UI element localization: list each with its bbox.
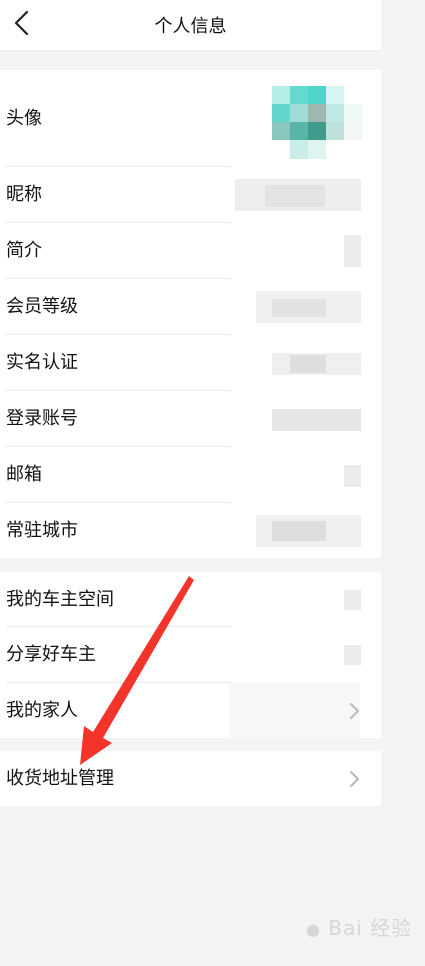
chevron-right-icon <box>350 703 359 719</box>
top-bar: 个人信息 <box>0 0 381 51</box>
address-group: 收货地址管理 <box>0 751 381 806</box>
row-label: 收货地址管理 <box>6 768 114 789</box>
row-email[interactable]: 邮箱 <box>0 447 381 503</box>
chevron-right-icon <box>350 771 359 787</box>
row-label: 我的车主空间 <box>6 589 114 610</box>
blurred-value <box>344 465 361 487</box>
blurred-value <box>265 185 325 207</box>
row-label: 邮箱 <box>6 464 42 485</box>
row-label: 昵称 <box>6 184 42 205</box>
row-member-level[interactable]: 会员等级 <box>0 279 381 335</box>
row-my-family[interactable]: 我的家人 <box>0 683 381 738</box>
page-title: 个人信息 <box>154 16 227 37</box>
car-owner-group: 我的车主空间 分享好车主 我的家人 <box>0 572 381 738</box>
baidu-paw-icon: ● <box>306 920 321 939</box>
row-label: 简介 <box>6 240 42 261</box>
row-label: 头像 <box>6 108 42 129</box>
row-label: 会员等级 <box>6 296 78 317</box>
blurred-value <box>230 683 360 738</box>
row-label: 实名认证 <box>6 352 78 373</box>
watermark-text: Bai 经验 <box>328 916 413 940</box>
blurred-value <box>290 355 326 373</box>
row-login-account[interactable]: 登录账号 <box>0 391 381 447</box>
row-label: 分享好车主 <box>6 644 96 665</box>
avatar[interactable] <box>272 86 362 159</box>
blurred-value <box>272 299 326 317</box>
blurred-value <box>344 645 361 665</box>
row-share-car-owner[interactable]: 分享好车主 <box>0 627 381 683</box>
row-shipping-address[interactable]: 收货地址管理 <box>0 751 381 806</box>
row-my-car-space[interactable]: 我的车主空间 <box>0 572 381 627</box>
row-real-name-verification[interactable]: 实名认证 <box>0 335 381 391</box>
row-label: 我的家人 <box>6 700 78 721</box>
blurred-value <box>344 590 361 610</box>
row-label: 登录账号 <box>6 408 78 429</box>
blurred-value <box>344 235 361 267</box>
row-resident-city[interactable]: 常驻城市 <box>0 503 381 558</box>
row-nickname[interactable]: 昵称 <box>0 167 381 223</box>
blurred-value <box>272 521 326 541</box>
row-bio[interactable]: 简介 <box>0 223 381 279</box>
row-label: 常驻城市 <box>6 520 78 541</box>
blurred-value <box>272 409 361 431</box>
settings-panel: 个人信息 头像 昵称 简介 会员等级 实名认证 登录账号 邮箱 常驻城市 我的车… <box>0 0 381 966</box>
watermark: ● Bai 经验 <box>306 912 412 941</box>
